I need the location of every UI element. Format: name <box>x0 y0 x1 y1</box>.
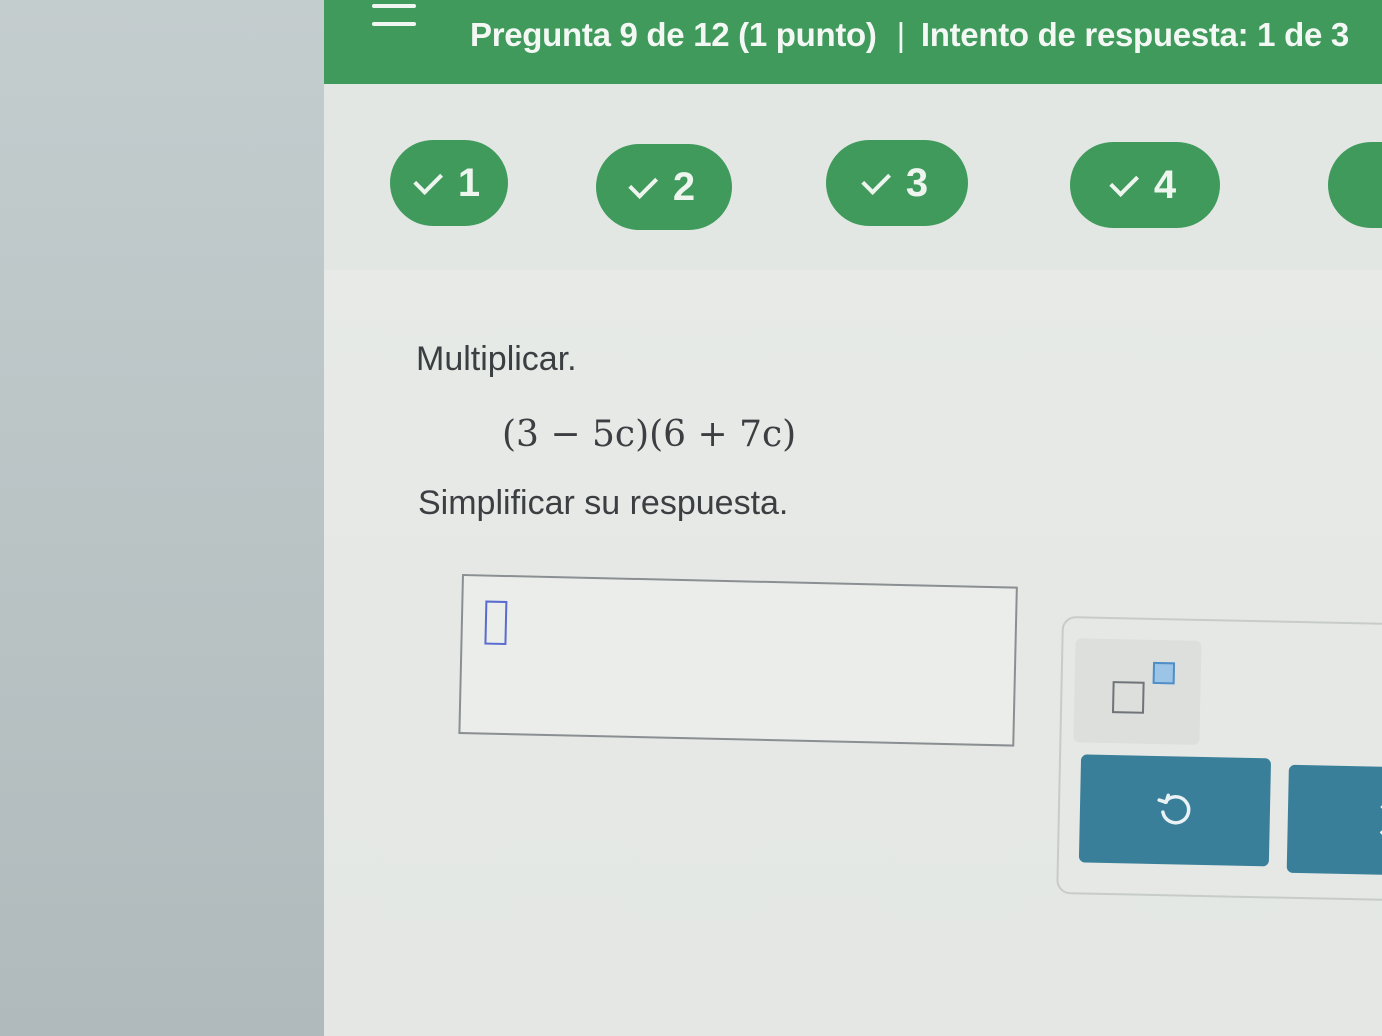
question-number: 3 <box>905 160 929 205</box>
question-counter: Pregunta 9 de 12 (1 punto) <box>470 16 877 53</box>
answer-cursor-placeholder <box>484 600 508 646</box>
math-tool-panel <box>1056 616 1382 902</box>
question-content: Multiplicar. (3 − 5c)(6 + 7c) Simplifica… <box>324 270 1382 1036</box>
next-button[interactable] <box>1286 764 1382 876</box>
check-icon <box>861 165 891 196</box>
superscript-template-icon <box>1111 681 1145 714</box>
question-nav-item-1[interactable]: 1 <box>390 140 508 226</box>
question-nav: 1 2 3 4 <box>324 84 1382 270</box>
check-icon <box>628 169 658 200</box>
superscript-box-icon <box>1152 661 1176 685</box>
question-nav-item-2[interactable]: 2 <box>596 144 732 230</box>
question-number: 1 <box>457 160 481 205</box>
question-number: 2 <box>672 164 696 209</box>
undo-button[interactable] <box>1078 754 1272 867</box>
answer-input[interactable] <box>458 574 1018 747</box>
question-nav-item-next[interactable] <box>1328 142 1382 228</box>
check-icon <box>413 165 443 196</box>
monitor-bezel <box>0 0 330 1036</box>
problem-instruction: Simplificar su respuesta. <box>418 484 789 522</box>
undo-icon <box>1157 793 1191 825</box>
problem-prompt: Multiplicar. <box>416 340 577 378</box>
chevron-right-icon <box>1367 804 1382 836</box>
screen: Pregunta 9 de 12 (1 punto) | Intento de re… <box>324 0 1382 1036</box>
attempt-counter: Intento de respuesta: 1 de 3 <box>920 16 1349 53</box>
header-separator: | <box>896 16 906 53</box>
math-expression: (3 − 5c)(6 + 7c) <box>502 414 797 455</box>
question-nav-item-3[interactable]: 3 <box>826 140 968 226</box>
header-bar: Pregunta 9 de 12 (1 punto) | Intento de re… <box>324 0 1382 84</box>
header-title: Pregunta 9 de 12 (1 punto) | Intento de re… <box>470 16 1349 54</box>
check-icon <box>1109 167 1139 198</box>
question-number: 4 <box>1153 162 1177 207</box>
menu-icon[interactable] <box>372 4 416 30</box>
question-nav-item-4[interactable]: 4 <box>1070 142 1220 228</box>
exponent-button[interactable] <box>1073 638 1202 745</box>
